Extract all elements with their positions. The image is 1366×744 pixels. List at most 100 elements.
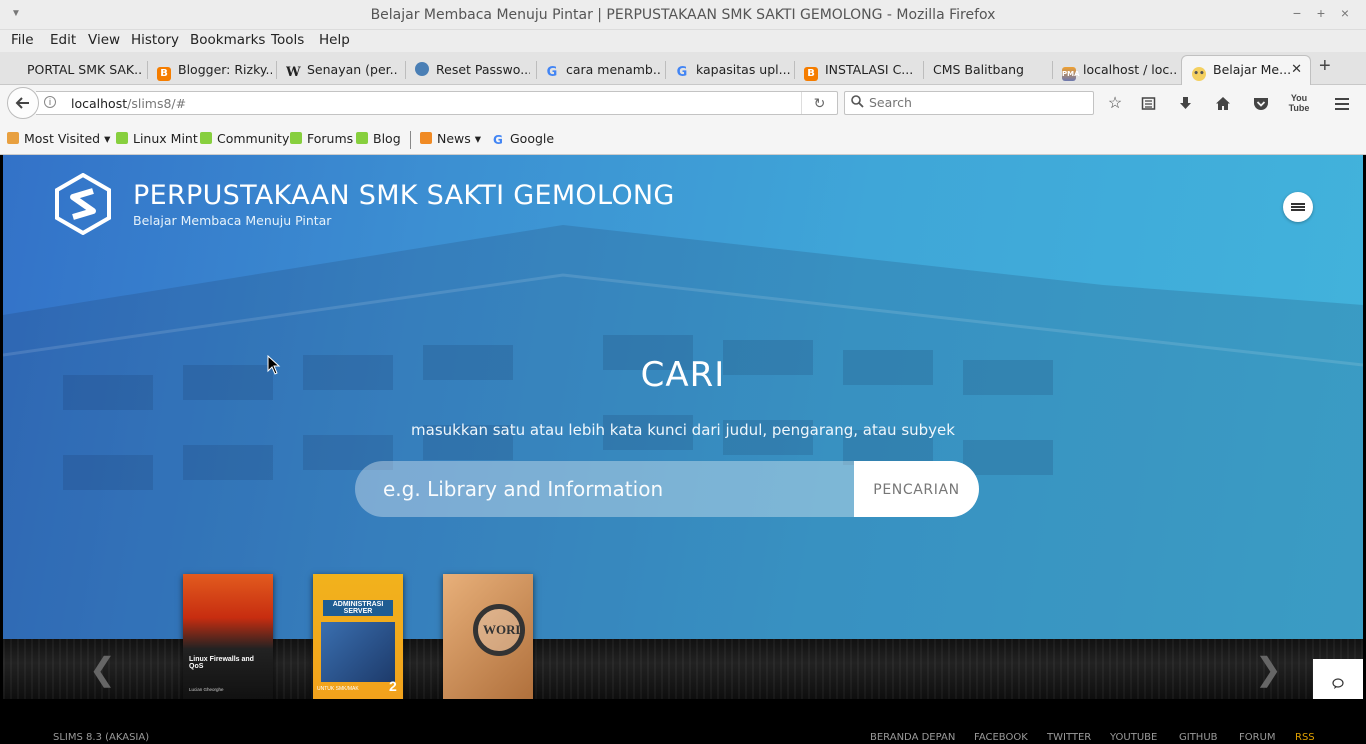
tab-instalasi[interactable]: B INSTALASI C... — [804, 56, 919, 84]
folder-icon — [7, 132, 19, 144]
book-cover-linux-firewalls[interactable]: Linux Firewalls and QoS Lucian Gheorghe — [183, 574, 273, 699]
new-tab-button[interactable]: + — [1319, 55, 1331, 78]
blogger-icon: B — [157, 67, 171, 81]
tab-label: PORTAL SMK SAK... — [27, 62, 142, 77]
tab-senayan[interactable]: W Senayan (per... — [286, 56, 398, 84]
url-host: localhost — [71, 96, 128, 111]
bookmark-separator — [410, 131, 411, 149]
footer-link-forum[interactable]: FORUM — [1239, 732, 1276, 743]
bookmark-google[interactable]: G Google — [493, 131, 554, 146]
menu-history[interactable]: History — [131, 32, 179, 48]
tab-strip: PORTAL SMK SAK... B Blogger: Rizky... W Se… — [0, 52, 1366, 86]
minimize-button[interactable]: − — [1288, 5, 1306, 21]
back-button[interactable] — [7, 87, 39, 119]
tab-label: kapasitas upl... — [696, 62, 790, 77]
search-bar[interactable] — [844, 91, 1094, 115]
bookmark-star-icon[interactable]: ☆ — [1104, 93, 1126, 115]
google-icon: G — [546, 65, 558, 80]
version-label: SLIMS 8.3 (AKASIA) — [53, 732, 150, 743]
tab-label: Blogger: Rizky... — [178, 62, 272, 77]
bookmark-blog[interactable]: Blog — [356, 131, 401, 146]
chat-bubble-icon — [1332, 678, 1344, 689]
site-footer: SLIMS 8.3 (AKASIA) BERANDA DEPAN FACEBOO… — [3, 699, 1363, 744]
home-icon[interactable] — [1212, 93, 1234, 115]
menu-bookmarks[interactable]: Bookmarks — [190, 32, 265, 48]
search-heading: CARI — [640, 355, 726, 395]
catalog-search-form: PENCARIAN — [355, 461, 979, 517]
tab-cara-menambah[interactable]: Gcara menamb... — [545, 56, 660, 84]
tab-kapasitas[interactable]: Gkapasitas upl... — [675, 56, 790, 84]
footer-link-beranda[interactable]: BERANDA DEPAN — [870, 732, 955, 743]
search-input[interactable] — [869, 95, 1069, 110]
site-menu-button[interactable] — [1283, 192, 1313, 222]
reload-icon[interactable]: ↻ — [801, 92, 837, 114]
linux-mint-icon — [200, 132, 212, 144]
search-button[interactable]: PENCARIAN — [854, 461, 979, 517]
pocket-icon[interactable] — [1250, 93, 1272, 115]
tab-label: Belajar Me... — [1213, 62, 1292, 77]
carousel-next-icon[interactable]: ❯ — [1255, 650, 1282, 688]
bookmarks-bar: Most Visited ▾ Linux Mint Community Foru… — [0, 123, 1366, 155]
window-titlebar: ▼ Belajar Membaca Menuju Pintar | PERPUS… — [0, 0, 1366, 30]
book-cover-administrasi-server[interactable]: ADMINISTRASI SERVER UNTUK SMK/MAK 2 — [313, 574, 403, 699]
maximize-button[interactable]: + — [1312, 5, 1330, 21]
window-title: Belajar Membaca Menuju Pintar | PERPUSTA… — [370, 7, 996, 23]
menu-help[interactable]: Help — [319, 32, 350, 48]
url-text[interactable]: localhost/slims8/# — [71, 96, 186, 111]
phpmyadmin-icon: PMA — [1062, 67, 1080, 81]
blogger-icon: B — [804, 67, 818, 81]
menu-edit[interactable]: Edit — [50, 32, 76, 48]
tab-reset-password[interactable]: Reset Passwo... — [415, 56, 530, 84]
menu-bar: File Edit View History Bookmarks Tools H… — [0, 30, 1366, 52]
site-title[interactable]: PERPUSTAKAAN SMK SAKTI GEMOLONG — [133, 180, 675, 211]
menu-tools[interactable]: Tools — [271, 32, 304, 48]
book-cover-word[interactable]: WORD — [443, 574, 533, 699]
google-icon: G — [676, 65, 688, 80]
footer-link-facebook[interactable]: FACEBOOK — [974, 732, 1028, 743]
bookmark-most-visited[interactable]: Most Visited ▾ — [7, 131, 110, 146]
tab-blogger[interactable]: B Blogger: Rizky... — [157, 56, 272, 84]
tab-cms-balitbang[interactable]: CMS Balitbang — [933, 56, 1048, 84]
tab-belajar-membaca[interactable]: •• Belajar Me... ✕ — [1181, 55, 1311, 86]
book-title: WORD — [483, 622, 525, 637]
bookmark-community[interactable]: Community — [200, 131, 289, 146]
back-arrow-icon — [15, 97, 29, 109]
bookmark-forums[interactable]: Forums — [290, 131, 353, 146]
search-icon — [851, 95, 864, 111]
close-button[interactable]: × — [1336, 5, 1354, 21]
smiley-icon: •• — [1192, 67, 1206, 81]
book-volume: 2 — [389, 678, 397, 694]
download-icon[interactable] — [1174, 93, 1196, 115]
site-subtitle: Belajar Membaca Menuju Pintar — [133, 213, 332, 228]
footer-link-youtube[interactable]: YOUTUBE — [1110, 732, 1157, 743]
google-icon: G — [493, 133, 503, 147]
hamburger-menu-icon[interactable] — [1331, 93, 1353, 115]
site-logo-icon[interactable] — [55, 173, 111, 235]
menu-file[interactable]: File — [11, 32, 34, 48]
youtube-icon[interactable]: You Tube — [1288, 93, 1310, 115]
globe-icon — [415, 62, 429, 76]
carousel-prev-icon[interactable]: ❮ — [89, 650, 116, 688]
book-title: ADMINISTRASI SERVER — [323, 600, 393, 616]
footer-link-twitter[interactable]: TWITTER — [1047, 732, 1091, 743]
web-page: PERPUSTAKAAN SMK SAKTI GEMOLONG Belajar … — [3, 155, 1363, 744]
tab-phpmyadmin[interactable]: PMA localhost / loc... — [1062, 56, 1177, 84]
url-bar[interactable]: i localhost/slims8/# ↻ — [36, 91, 838, 115]
info-icon[interactable]: i — [44, 96, 56, 108]
tab-label: Senayan (per... — [307, 62, 398, 77]
tab-portal[interactable]: PORTAL SMK SAK... — [14, 56, 142, 84]
tab-label: localhost / loc... — [1083, 62, 1177, 77]
menu-view[interactable]: View — [88, 32, 120, 48]
footer-link-rss[interactable]: RSS — [1295, 732, 1315, 743]
rss-feed-icon — [420, 132, 432, 144]
bookmark-news[interactable]: News ▾ — [420, 131, 481, 146]
catalog-search-input[interactable] — [355, 461, 855, 517]
search-hint: masukkan satu atau lebih kata kunci dari… — [411, 421, 955, 439]
linux-mint-icon — [116, 132, 128, 144]
bookmark-linux-mint[interactable]: Linux Mint — [116, 131, 198, 146]
mouse-cursor-icon — [267, 355, 281, 375]
footer-link-github[interactable]: GITHUB — [1179, 732, 1218, 743]
tab-label: INSTALASI C... — [825, 62, 914, 77]
close-tab-icon[interactable]: ✕ — [1291, 62, 1302, 77]
reading-list-icon[interactable] — [1137, 93, 1159, 115]
